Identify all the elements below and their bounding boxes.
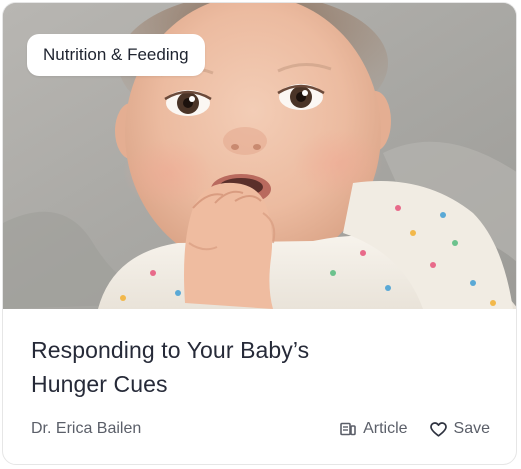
save-label: Save: [453, 420, 490, 437]
card-footer: Dr. Erica Bailen Article Save: [31, 417, 490, 441]
content-type: Article: [340, 420, 408, 438]
category-tag[interactable]: Nutrition & Feeding: [27, 34, 205, 76]
category-label: Nutrition & Feeding: [43, 45, 189, 64]
article-title[interactable]: Responding to Your Baby’s Hunger Cues: [31, 333, 351, 401]
save-button[interactable]: Save: [429, 420, 490, 438]
article-card[interactable]: Nutrition & Feeding Responding to Your B…: [2, 2, 517, 465]
heart-outline-icon: [429, 421, 447, 437]
article-icon: [340, 422, 356, 436]
card-meta: Article Save: [340, 420, 490, 438]
author-name: Dr. Erica Bailen: [31, 420, 142, 437]
card-content: Responding to Your Baby’s Hunger Cues Dr…: [3, 309, 516, 464]
article-image: Nutrition & Feeding: [3, 3, 516, 309]
content-type-label: Article: [363, 420, 408, 437]
